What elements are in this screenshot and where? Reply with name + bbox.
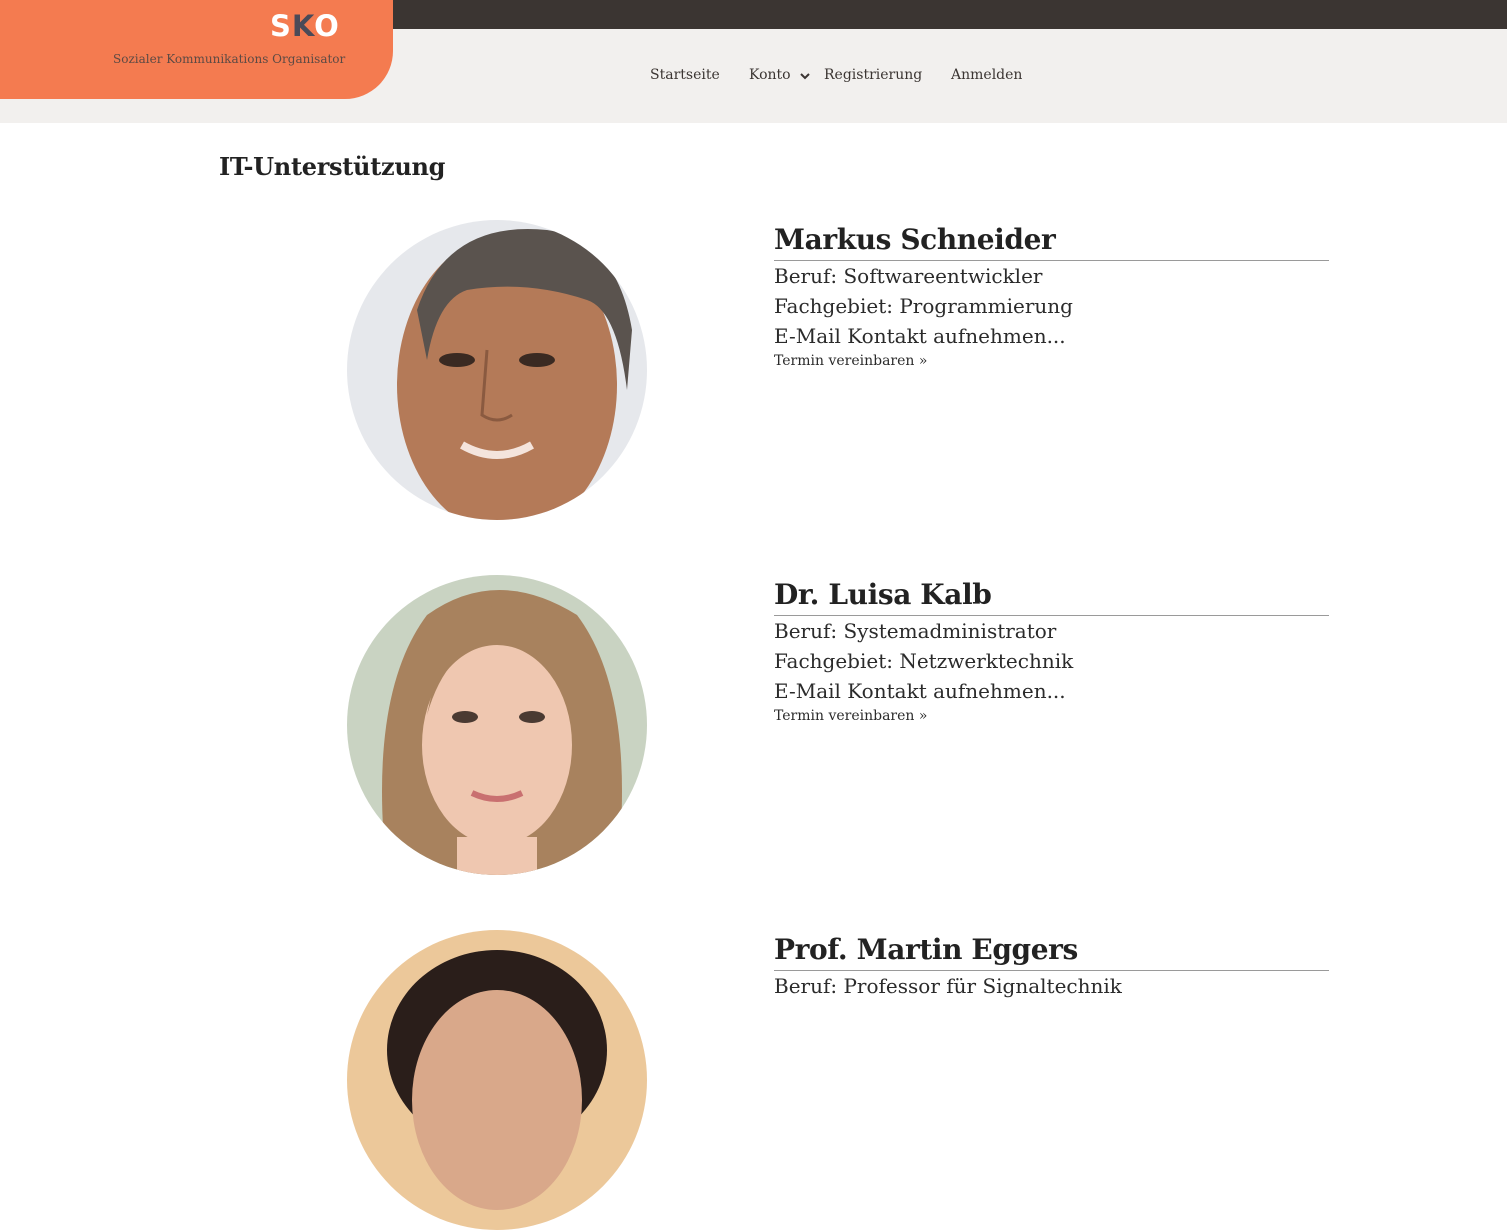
avatar [347,575,647,875]
person-job: Beruf: Professor für Signaltechnik [774,974,1122,998]
person-name: Dr. Luisa Kalb [774,575,1329,616]
email-contact-link[interactable]: E-Mail Kontakt aufnehmen... [774,676,1329,706]
person-card: Dr. Luisa Kalb Beruf: Systemadministrato… [0,575,1507,875]
person-field: Fachgebiet: Netzwerktechnik [774,649,1074,673]
logo-text: SKO [270,9,340,43]
person-job: Beruf: Softwareentwickler [774,264,1043,288]
person-job: Beruf: Systemadministrator [774,619,1057,643]
chevron-down-icon[interactable] [799,70,811,82]
book-appointment-link[interactable]: Termin vereinbaren » [774,708,1329,724]
nav-item-startseite[interactable]: Startseite [650,67,720,83]
avatar [347,930,647,1230]
site-tagline: Sozialer Kommunikations Organisator [113,52,346,66]
logo[interactable]: SKO Sozialer Kommunikations Organisator [0,0,393,99]
book-appointment-link[interactable]: Termin vereinbaren » [774,353,1329,369]
person-name: Markus Schneider [774,220,1329,261]
nav-item-registrierung[interactable]: Registrierung [824,67,922,83]
nav-item-anmelden[interactable]: Anmelden [951,67,1022,83]
avatar [347,220,647,520]
email-contact-link[interactable]: E-Mail Kontakt aufnehmen... [774,321,1329,351]
person-name: Prof. Martin Eggers [774,930,1329,971]
nav-item-konto[interactable]: Konto [749,67,791,83]
person-card: Markus Schneider Beruf: Softwareentwickl… [0,220,1507,520]
person-card: Prof. Martin Eggers Beruf: Professor für… [0,930,1507,1230]
person-field: Fachgebiet: Programmierung [774,294,1073,318]
page-title: IT-Unterstützung [219,152,446,181]
